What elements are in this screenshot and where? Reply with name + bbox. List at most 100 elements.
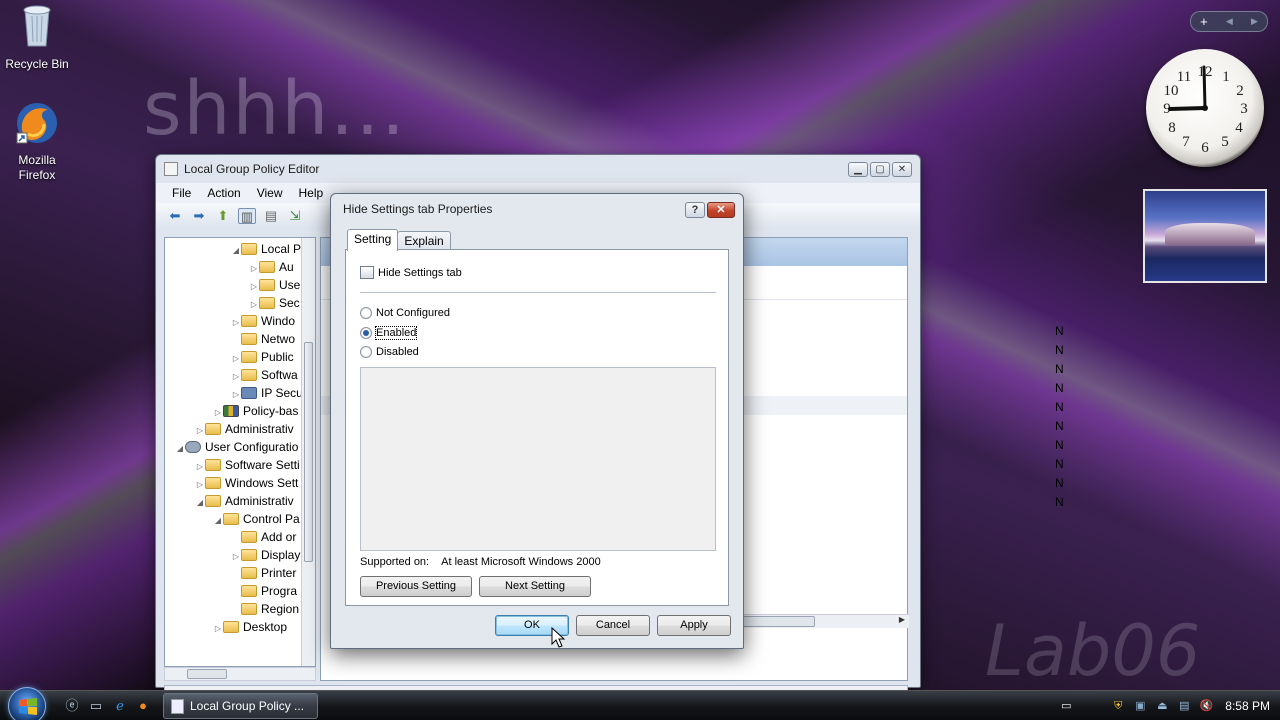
clock-gadget[interactable]: 12 1 2 3 4 5 6 7 8 9 10 11	[1146, 49, 1264, 167]
forward-arrow-icon[interactable]: ➡	[190, 208, 208, 224]
tree-item[interactable]: ▷ IP Secu	[231, 384, 303, 402]
supported-on: Supported on: At least Microsoft Windows…	[360, 556, 601, 568]
tree-item[interactable]: ◢ Administrativ	[195, 492, 294, 510]
scroll-thumb[interactable]	[187, 669, 227, 679]
next-setting-button[interactable]: Next Setting	[479, 576, 591, 597]
help-button[interactable]: ?	[685, 202, 705, 218]
taskbar: ⓔ ▭ ℯ ● Local Group Policy ... ▭ ⛨ ▣ ⏏ ▤…	[0, 687, 1280, 720]
slideshow-image	[1165, 223, 1255, 245]
wallpaper-text: shhh...	[143, 66, 407, 152]
state-cell: N	[1055, 343, 1064, 357]
show-desktop-icon[interactable]: ▭	[88, 698, 104, 714]
keyboard-icon[interactable]: ▭	[1059, 699, 1073, 713]
tree-item[interactable]: ▷ Use	[249, 276, 300, 294]
gpe-titlebar[interactable]: Local Group Policy Editor	[156, 155, 920, 183]
scroll-thumb[interactable]	[304, 342, 313, 562]
firefox-quicklaunch-icon[interactable]: ●	[135, 698, 151, 714]
tree-horizontal-scrollbar[interactable]	[164, 667, 316, 681]
tree-item[interactable]: ▷ Softwa	[231, 366, 298, 384]
tree-item[interactable]: ▷ Windo	[231, 312, 295, 330]
tree-item[interactable]: ▷ Windows Sett	[195, 474, 298, 492]
export-list-icon[interactable]: ⇲	[286, 208, 304, 224]
cancel-button[interactable]: Cancel	[576, 615, 650, 636]
setting-header: Hide Settings tab	[360, 266, 462, 279]
clock-number: 10	[1164, 83, 1179, 99]
tree-item[interactable]: ▷ Sec	[249, 294, 300, 312]
desktop-icon-firefox[interactable]: Mozilla Firefox	[0, 100, 74, 183]
clock-number: 1	[1222, 69, 1230, 85]
scroll-right-icon[interactable]: ▶	[899, 615, 905, 624]
tree-item[interactable]: ▷ Policy-bas	[213, 402, 298, 420]
tray-clock[interactable]: 8:58 PM	[1225, 699, 1270, 713]
menu-file[interactable]: File	[164, 186, 199, 200]
tree-item[interactable]: ◢ Control Pa	[213, 510, 300, 528]
dialog-close-button[interactable]: ✕	[707, 202, 735, 218]
state-cell: N	[1055, 324, 1064, 338]
tree-item[interactable]: ▷ Software Setti	[195, 456, 300, 474]
gadget-next-button[interactable]: ▶	[1251, 16, 1258, 27]
radio-label: Disabled	[376, 346, 419, 358]
back-arrow-icon[interactable]: ⬅	[166, 208, 184, 224]
radio-disabled[interactable]: Disabled	[360, 346, 419, 358]
apply-button[interactable]: Apply	[657, 615, 731, 636]
clock-face: 12 1 2 3 4 5 6 7 8 9 10 11	[1163, 64, 1248, 156]
clock-number: 5	[1221, 134, 1229, 150]
radio-label: Enabled	[374, 326, 418, 340]
previous-setting-button[interactable]: Previous Setting	[360, 576, 472, 597]
desktop-icon-recycle-bin[interactable]: Recycle Bin	[0, 2, 74, 71]
start-button[interactable]	[8, 687, 46, 720]
volume-muted-icon[interactable]: 🔇	[1199, 699, 1213, 713]
tree-item[interactable]: ▷ Desktop	[213, 618, 287, 636]
menu-view[interactable]: View	[249, 186, 291, 200]
minimize-button[interactable]: ▁	[848, 162, 868, 177]
tab-explain[interactable]: Explain	[397, 231, 451, 251]
watermark-text: Lab06	[985, 610, 1201, 692]
tree-item[interactable]: Progra	[241, 582, 297, 600]
tree-item[interactable]: ▷ Au	[249, 258, 294, 276]
safely-remove-icon[interactable]: ⏏	[1155, 699, 1169, 713]
internet-explorer-icon[interactable]: ℯ	[112, 698, 128, 714]
tab-setting[interactable]: Setting	[347, 229, 399, 251]
radio-button-selected[interactable]	[360, 327, 372, 339]
menu-help[interactable]: Help	[291, 186, 332, 200]
up-folder-icon[interactable]: ⬆	[214, 208, 232, 224]
tree-vertical-scrollbar[interactable]	[301, 238, 315, 666]
radio-button[interactable]	[360, 307, 372, 319]
radio-button[interactable]	[360, 346, 372, 358]
tree-item[interactable]: Add or	[241, 528, 296, 546]
properties-dialog[interactable]: Hide Settings tab Properties ? ✕ Setting…	[330, 193, 744, 649]
tree-item[interactable]: ▷ Administrativ	[195, 420, 294, 438]
show-tree-icon[interactable]: ▥	[238, 208, 256, 224]
tree-item[interactable]: ▷ Display	[231, 546, 300, 564]
display-icon[interactable]: ▤	[1177, 699, 1191, 713]
network-icon[interactable]: ▣	[1133, 699, 1147, 713]
firefox-icon	[16, 103, 57, 144]
slideshow-gadget[interactable]	[1143, 189, 1267, 283]
security-shield-icon[interactable]: ⛨	[1111, 699, 1125, 713]
tree-item[interactable]: Region	[241, 600, 299, 618]
gadget-prev-button[interactable]: ◀	[1226, 16, 1233, 27]
radio-not-configured[interactable]: Not Configured	[360, 307, 450, 319]
tree-item[interactable]: Printer	[241, 564, 296, 582]
close-button[interactable]: ✕	[892, 162, 912, 177]
setting-tab-pane: Hide Settings tab Not Configured Enabled…	[345, 249, 729, 606]
tree-item[interactable]: ◢ Local P	[231, 240, 301, 258]
menu-action[interactable]: Action	[199, 186, 248, 200]
tree-item[interactable]: Netwo	[241, 330, 295, 348]
supported-value: At least Microsoft Windows 2000	[441, 556, 601, 568]
properties-icon[interactable]: ▤	[262, 208, 280, 224]
details-horizontal-scrollbar[interactable]: ▶	[731, 614, 909, 628]
dialog-titlebar[interactable]: Hide Settings tab Properties	[331, 194, 743, 224]
maximize-button[interactable]: ▢	[870, 162, 890, 177]
desktop-icon-label: Mozilla Firefox	[18, 153, 56, 182]
tree-item[interactable]: ▷ Public	[231, 348, 294, 366]
taskbar-button-gpe[interactable]: Local Group Policy ...	[163, 693, 318, 719]
radio-enabled[interactable]: Enabled	[360, 326, 418, 340]
state-cell: N	[1055, 476, 1064, 490]
tree-item[interactable]: ◢ User Configuratio	[175, 438, 298, 456]
add-gadget-button[interactable]: +	[1200, 14, 1208, 29]
clock-number: 8	[1168, 120, 1176, 136]
ie-quicklaunch-icon[interactable]: ⓔ	[64, 698, 80, 714]
gpe-window-title: Local Group Policy Editor	[184, 162, 320, 176]
separator	[360, 292, 716, 293]
